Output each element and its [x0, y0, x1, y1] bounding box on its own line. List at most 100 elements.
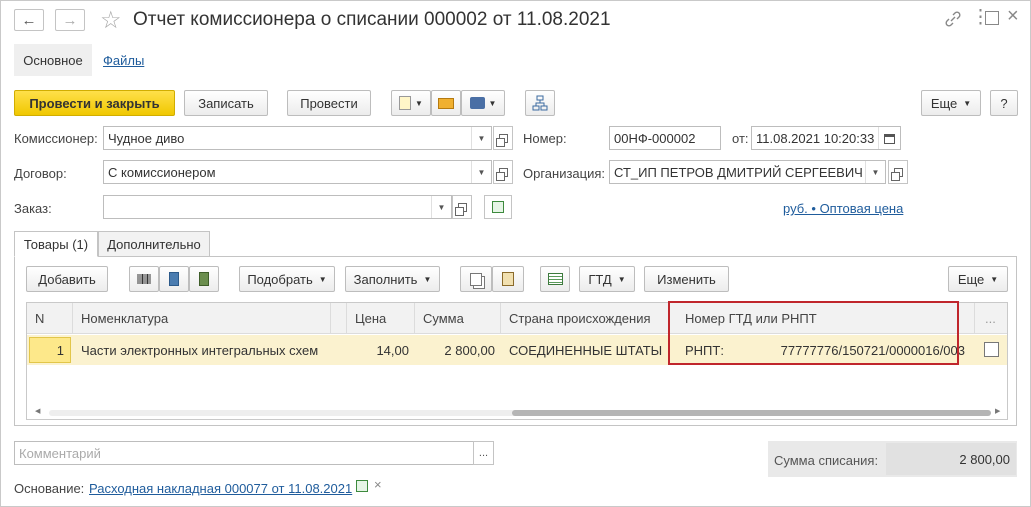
- more-button[interactable]: Еще ▼: [921, 90, 981, 116]
- scroll-right-icon[interactable]: ▶: [995, 407, 1000, 415]
- chevron-down-icon[interactable]: ▼: [865, 161, 885, 183]
- create-based-on-button[interactable]: ▼: [391, 90, 431, 116]
- price-type-link[interactable]: руб. • Оптовая цена: [783, 201, 903, 216]
- open-icon[interactable]: [493, 160, 513, 184]
- comment-input[interactable]: Комментарий: [14, 441, 474, 465]
- tab-additional[interactable]: Дополнительно: [98, 231, 210, 257]
- printer-icon: [469, 97, 485, 109]
- more-label: Еще: [930, 95, 958, 111]
- link-icon[interactable]: [944, 10, 962, 28]
- page-title: Отчет комиссионера о списании 000002 от …: [133, 9, 611, 30]
- gtd-button[interactable]: ГТД ▼: [579, 266, 635, 292]
- copy-icon: [470, 272, 482, 286]
- arrow-right-icon: →: [62, 11, 78, 29]
- pick-label: Подобрать: [247, 271, 313, 287]
- grid-more-label: Еще: [957, 271, 985, 287]
- contract-value: С комиссионером: [108, 164, 216, 180]
- date-label: от:: [732, 131, 749, 146]
- document-create-icon: [399, 96, 412, 110]
- list-icon: [547, 273, 563, 285]
- contract-label: Договор:: [14, 166, 67, 181]
- column-header-country[interactable]: Страна происхождения: [501, 303, 669, 334]
- agent-value: Чудное диво: [108, 130, 185, 146]
- create-basis-icon[interactable]: [356, 480, 368, 492]
- scroll-left-icon[interactable]: ◀: [35, 407, 40, 415]
- barcode-icon: [137, 274, 151, 284]
- horizontal-scrollbar[interactable]: [49, 410, 991, 416]
- row-checkbox[interactable]: [984, 342, 999, 357]
- barcode-button[interactable]: [129, 266, 159, 292]
- contract-field[interactable]: С комиссионером ▼: [103, 160, 492, 184]
- cell-n[interactable]: 1: [29, 337, 71, 363]
- chevron-down-icon[interactable]: ▼: [471, 161, 491, 183]
- scanner-button[interactable]: [159, 266, 189, 292]
- calendar-icon[interactable]: [878, 127, 900, 149]
- agent-field[interactable]: Чудное диво ▼: [103, 126, 492, 150]
- date-value: 11.08.2021 10:20:33: [756, 130, 875, 146]
- comment-expand-button[interactable]: ...: [473, 441, 494, 465]
- order-field[interactable]: ▼: [103, 195, 452, 219]
- column-header-more[interactable]: ...: [975, 303, 1007, 334]
- date-field[interactable]: 11.08.2021 10:20:33: [751, 126, 901, 150]
- add-row-button[interactable]: Добавить: [26, 266, 108, 292]
- terminal-icon: [199, 272, 209, 286]
- number-field[interactable]: 00НФ-000002: [609, 126, 721, 150]
- structure-icon: [532, 95, 548, 111]
- copy-rows-button[interactable]: [460, 266, 492, 292]
- fill-button[interactable]: Заполнить ▼: [345, 266, 440, 292]
- tab-files[interactable]: Файлы: [103, 53, 144, 68]
- chevron-down-icon[interactable]: ▼: [431, 196, 451, 218]
- cell-item[interactable]: Части электронных интегральных схем: [81, 335, 331, 365]
- change-button[interactable]: Изменить: [644, 266, 729, 292]
- star-icon[interactable]: ☆: [100, 6, 122, 35]
- cell-sum[interactable]: 2 800,00: [415, 335, 495, 365]
- column-header-price[interactable]: Цена: [347, 303, 415, 334]
- column-header-item[interactable]: Номенклатура: [73, 303, 331, 334]
- structure-button[interactable]: [525, 90, 555, 116]
- pick-button[interactable]: Подобрать ▼: [239, 266, 335, 292]
- cell-country[interactable]: СОЕДИНЕННЫЕ ШТАТЫ: [509, 335, 669, 365]
- cell-price[interactable]: 14,00: [347, 335, 409, 365]
- total-label: Сумма списания:: [774, 453, 879, 468]
- maximize-icon[interactable]: [985, 11, 999, 25]
- clear-basis-icon[interactable]: ×: [374, 477, 382, 492]
- paste-rows-button[interactable]: [492, 266, 524, 292]
- post-and-close-button[interactable]: Провести и закрыть: [14, 90, 175, 116]
- scanner-icon: [169, 272, 179, 286]
- arrow-left-icon: ←: [21, 11, 37, 29]
- column-header-n[interactable]: N: [27, 303, 73, 334]
- open-icon[interactable]: [888, 160, 908, 184]
- paste-icon: [502, 272, 514, 286]
- print-button[interactable]: ▼: [461, 90, 505, 116]
- envelope-icon: [438, 97, 454, 109]
- grid-more-button[interactable]: Еще ▼: [948, 266, 1008, 292]
- open-icon[interactable]: [493, 126, 513, 150]
- tab-main[interactable]: Основное: [14, 44, 92, 76]
- close-icon[interactable]: ×: [1007, 5, 1019, 28]
- org-field[interactable]: СТ_ИП ПЕТРОВ ДМИТРИЙ СЕРГЕЕВИЧ ▼: [609, 160, 886, 184]
- help-button[interactable]: ?: [990, 90, 1018, 116]
- gtd-highlight-frame: [668, 301, 959, 365]
- open-icon[interactable]: [452, 195, 472, 219]
- total-value: 2 800,00: [886, 443, 1016, 475]
- dropdown-list-button[interactable]: [540, 266, 570, 292]
- basis-link[interactable]: Расходная накладная 000077 от 11.08.2021: [89, 481, 352, 496]
- forward-button[interactable]: →: [55, 9, 85, 31]
- fill-label: Заполнить: [353, 271, 418, 287]
- scrollbar-thumb[interactable]: [512, 410, 991, 416]
- collection-terminal-button[interactable]: [189, 266, 219, 292]
- column-separator: [331, 303, 347, 334]
- order-label: Заказ:: [14, 201, 52, 216]
- create-order-button[interactable]: [484, 195, 512, 219]
- gtd-label: ГТД: [588, 271, 612, 287]
- add-document-icon: [492, 201, 504, 213]
- chevron-down-icon[interactable]: ▼: [471, 127, 491, 149]
- tab-goods[interactable]: Товары (1): [14, 231, 98, 257]
- email-button[interactable]: [431, 90, 461, 116]
- org-label: Организация:: [523, 166, 606, 181]
- back-button[interactable]: ←: [14, 9, 44, 31]
- agent-label: Комиссионер:: [14, 131, 98, 146]
- save-button[interactable]: Записать: [184, 90, 268, 116]
- post-button[interactable]: Провести: [287, 90, 371, 116]
- column-header-sum[interactable]: Сумма: [415, 303, 501, 334]
